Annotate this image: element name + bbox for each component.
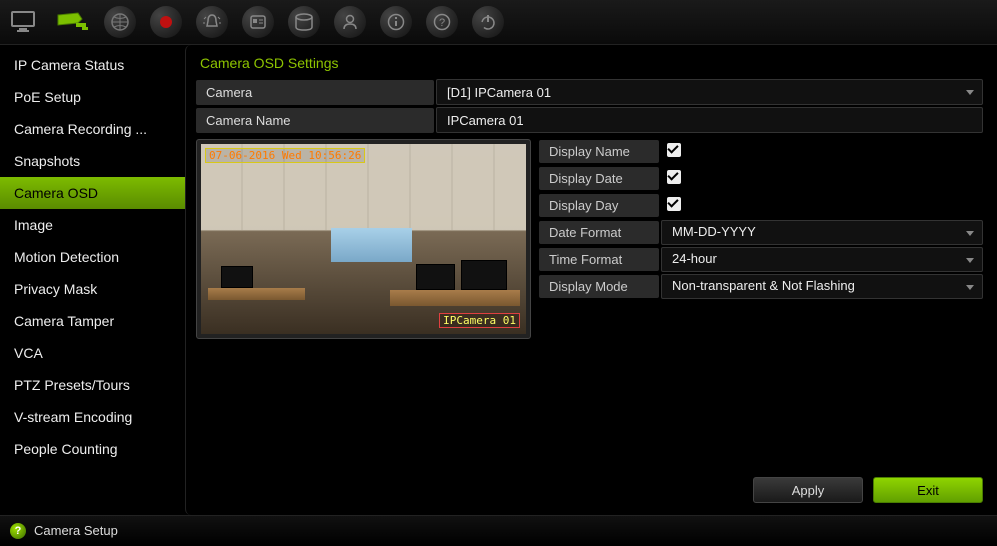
osd-settings: Display Name Display Date Display Day Da… (539, 139, 983, 339)
camera-label: Camera (196, 80, 434, 105)
disk-icon[interactable] (288, 6, 320, 38)
sidebar-item-snapshots[interactable]: Snapshots (0, 145, 185, 177)
display-name-checkbox[interactable] (667, 143, 681, 157)
apply-button[interactable]: Apply (753, 477, 863, 503)
help-icon[interactable]: ? (426, 6, 458, 38)
osd-name-overlay[interactable]: IPCamera 01 (439, 313, 520, 328)
user-icon[interactable] (334, 6, 366, 38)
record-icon[interactable] (150, 6, 182, 38)
help-icon[interactable]: ? (10, 523, 26, 539)
camera-icon[interactable] (56, 6, 90, 38)
svg-text:?: ? (439, 17, 445, 29)
alarm-icon[interactable] (196, 6, 228, 38)
camera-select[interactable]: [D1] IPCamera 01 (436, 79, 983, 105)
top-toolbar: ? (0, 0, 997, 45)
camera-name-input[interactable]: IPCamera 01 (436, 107, 983, 133)
display-mode-select[interactable]: Non-transparent & Not Flashing (661, 274, 983, 299)
time-format-select[interactable]: 24-hour (661, 247, 983, 272)
date-format-label: Date Format (539, 221, 659, 244)
sidebar-item-motion-detection[interactable]: Motion Detection (0, 241, 185, 273)
sidebar-item-people-counting[interactable]: People Counting (0, 433, 185, 465)
main: IP Camera Status PoE Setup Camera Record… (0, 45, 997, 515)
panel-title: Camera OSD Settings (196, 55, 983, 79)
camera-name-label: Camera Name (196, 108, 434, 133)
sidebar-item-poe-setup[interactable]: PoE Setup (0, 81, 185, 113)
sidebar-item-image[interactable]: Image (0, 209, 185, 241)
content-panel: Camera OSD Settings Camera [D1] IPCamera… (185, 45, 997, 515)
monitor-icon[interactable] (8, 6, 42, 38)
sidebar-item-camera-tamper[interactable]: Camera Tamper (0, 305, 185, 337)
sidebar-item-privacy-mask[interactable]: Privacy Mask (0, 273, 185, 305)
footer-title: Camera Setup (34, 523, 118, 538)
sidebar-item-camera-recording[interactable]: Camera Recording ... (0, 113, 185, 145)
display-day-checkbox[interactable] (667, 197, 681, 211)
globe-icon[interactable] (104, 6, 136, 38)
display-day-label: Display Day (539, 194, 659, 217)
display-date-label: Display Date (539, 167, 659, 190)
time-format-label: Time Format (539, 248, 659, 271)
display-name-label: Display Name (539, 140, 659, 163)
footer: ? Camera Setup (0, 515, 997, 545)
osd-time-overlay[interactable]: 07-06-2016 Wed 10:56:26 (205, 148, 365, 163)
power-icon[interactable] (472, 6, 504, 38)
sidebar-item-ip-camera-status[interactable]: IP Camera Status (0, 49, 185, 81)
display-mode-label: Display Mode (539, 275, 659, 298)
camera-preview[interactable]: 07-06-2016 Wed 10:56:26 IPCamera 01 (196, 139, 531, 339)
badge-icon[interactable] (242, 6, 274, 38)
sidebar-item-vca[interactable]: VCA (0, 337, 185, 369)
sidebar: IP Camera Status PoE Setup Camera Record… (0, 45, 185, 515)
sidebar-item-camera-osd[interactable]: Camera OSD (0, 177, 185, 209)
info-icon[interactable] (380, 6, 412, 38)
sidebar-item-vstream-encoding[interactable]: V-stream Encoding (0, 401, 185, 433)
display-date-checkbox[interactable] (667, 170, 681, 184)
sidebar-item-ptz-presets[interactable]: PTZ Presets/Tours (0, 369, 185, 401)
exit-button[interactable]: Exit (873, 477, 983, 503)
date-format-select[interactable]: MM-DD-YYYY (661, 220, 983, 245)
